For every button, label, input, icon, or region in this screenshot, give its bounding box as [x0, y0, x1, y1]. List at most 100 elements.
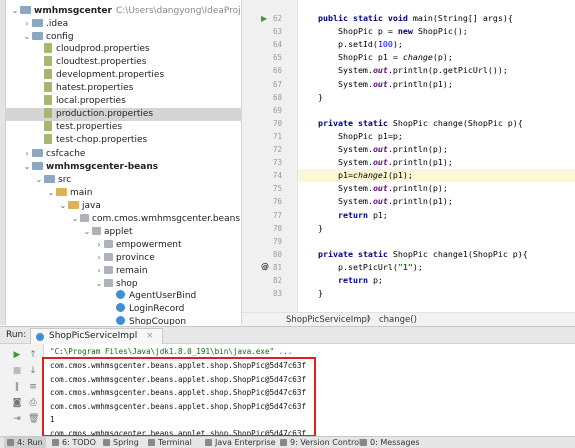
tool-window-button[interactable]: Java Enterprise: [205, 437, 276, 448]
run-label: Run:: [6, 330, 27, 340]
code-token: p.setId(: [298, 39, 378, 50]
tree-item[interactable]: hatest.properties: [6, 82, 241, 95]
tree-item[interactable]: cloudprod.properties: [6, 43, 241, 56]
print-icon[interactable]: ⎙: [28, 398, 38, 408]
rerun-icon[interactable]: ▶: [12, 350, 22, 360]
tree-item[interactable]: development.properties: [6, 69, 241, 82]
breadcrumb: ShopPicServiceImpl 〉 change(): [242, 312, 575, 326]
tree-item[interactable]: › empowerment: [6, 238, 241, 251]
delete-icon[interactable]: 🗑: [28, 414, 39, 424]
tree-item[interactable]: ⌄ shop: [6, 277, 241, 290]
tree-item[interactable]: AgentUserBind: [6, 290, 241, 303]
breadcrumb-class[interactable]: ShopPicServiceImpl: [286, 313, 369, 327]
tree-item[interactable]: production.properties: [6, 108, 241, 121]
chevron-right-icon[interactable]: ›: [22, 17, 32, 30]
chevron-right-icon[interactable]: ›: [22, 147, 32, 160]
tree-item[interactable]: test.properties: [6, 121, 241, 134]
tree-item[interactable]: ⌄ src: [6, 173, 241, 186]
run-tab[interactable]: ShopPicServiceImpl ×: [30, 328, 163, 344]
code-token: out: [372, 78, 388, 89]
chevron-down-icon[interactable]: ⌄: [22, 160, 32, 173]
breadcrumb-method[interactable]: change(): [379, 313, 417, 327]
code-token: private static: [317, 117, 393, 128]
line-number: 75: [272, 184, 282, 194]
tree-item[interactable]: › remain: [6, 264, 241, 277]
tool-window-button[interactable]: Spring: [103, 437, 139, 448]
line-number: 67: [272, 79, 282, 89]
stop-icon[interactable]: ■: [12, 366, 22, 376]
tree-item[interactable]: › province: [6, 251, 241, 264]
tree-item[interactable]: › .idea: [6, 17, 241, 30]
code-token: private static: [317, 248, 393, 259]
tool-window-button[interactable]: Terminal: [148, 437, 192, 448]
tool-window-button[interactable]: 6: TODO: [52, 437, 96, 448]
tree-item[interactable]: LoginRecord: [6, 303, 241, 316]
code-editor[interactable]: public static void main(String[] args){ …: [298, 0, 575, 312]
console-output[interactable]: "C:\Program Files\Java\jdk1.8.0_191\bin\…: [44, 344, 575, 436]
line-number: 77: [272, 210, 282, 220]
code-line: p.setId(100);: [298, 38, 575, 51]
line-number: 66: [272, 66, 282, 76]
tree-item[interactable]: ⌄ applet: [6, 225, 241, 238]
code-token: 100: [377, 39, 393, 50]
close-tab-icon[interactable]: ×: [146, 331, 154, 341]
chevron-down-icon[interactable]: ⌄: [22, 30, 32, 43]
chevron-down-icon[interactable]: ⌄: [10, 4, 20, 17]
tool-window-label: 0: Messages: [370, 438, 420, 447]
tree-item[interactable]: test-chop.properties: [6, 134, 241, 147]
camera-icon[interactable]: ◙: [12, 398, 22, 408]
chevron-down-icon[interactable]: ⌄: [58, 199, 68, 212]
tree-item[interactable]: local.properties: [6, 95, 241, 108]
tool-window-button[interactable]: 0: Messages: [360, 437, 420, 448]
scroll-down-icon[interactable]: ↓: [28, 366, 38, 376]
chevron-right-icon[interactable]: ›: [94, 238, 104, 251]
package-icon: [80, 214, 89, 222]
exit-icon[interactable]: ⇥: [12, 414, 22, 424]
chevron-right-icon[interactable]: ›: [94, 264, 104, 277]
class-icon: [116, 290, 125, 299]
spring-icon: [103, 439, 110, 446]
code-token: System.: [298, 78, 373, 89]
chevron-down-icon[interactable]: ⌄: [34, 173, 44, 186]
chevron-down-icon[interactable]: ⌄: [82, 225, 92, 238]
tree-item[interactable]: ⌄ wmhmsgcenterC:\Users\dangyong\IdeaProje…: [6, 4, 241, 17]
line-number: 68: [272, 92, 282, 102]
tree-item-label: test-chop.properties: [56, 135, 148, 145]
chevron-down-icon[interactable]: ⌄: [94, 277, 104, 290]
tree-item-label: AgentUserBind: [129, 291, 197, 301]
scroll-up-icon[interactable]: ↑: [28, 350, 38, 360]
tool-window-label: Spring: [113, 438, 139, 447]
code-token: out: [372, 65, 388, 76]
tree-item[interactable]: cloudtest.properties: [6, 56, 241, 69]
pause-icon[interactable]: ‖: [12, 382, 22, 392]
code-line: System.out.println(p);: [298, 182, 575, 195]
console-line: 1: [50, 415, 55, 424]
tree-item[interactable]: ⌄ config: [6, 30, 241, 43]
console-line: com.cmos.wmhmsgcenter.beans.applet.shop.…: [50, 361, 307, 370]
line-number: 83: [272, 289, 282, 299]
tree-item[interactable]: ⌄ wmhmsgcenter-beans: [6, 160, 241, 173]
folder-icon: [68, 201, 79, 209]
tool-window-label: Java Enterprise: [215, 438, 276, 447]
chevron-down-icon[interactable]: ⌄: [46, 186, 56, 199]
tree-item[interactable]: ⌄ com.cmos.wmhmsgcenter.beans: [6, 212, 241, 225]
tree-item[interactable]: ⌄ main: [6, 186, 241, 199]
chevron-down-icon[interactable]: ⌄: [70, 212, 80, 225]
tree-item[interactable]: ⌄ java: [6, 199, 241, 212]
code-token: p;: [372, 275, 383, 285]
tree-item[interactable]: › csfcache: [6, 147, 241, 160]
run-panel-header: Run: ShopPicServiceImpl ×: [0, 326, 575, 344]
package-icon: [104, 266, 113, 274]
soft-wrap-icon[interactable]: ≡: [28, 382, 38, 392]
properties-file-icon: [44, 56, 52, 66]
code-token: System.: [298, 144, 373, 154]
tree-item-label: csfcache: [46, 149, 86, 159]
tree-item[interactable]: ShopCoupon: [6, 316, 241, 325]
tree-item-label: development.properties: [56, 70, 165, 80]
chevron-right-icon[interactable]: ›: [94, 251, 104, 264]
tool-window-button[interactable]: 9: Version Control: [280, 437, 361, 448]
tool-window-button[interactable]: 4: Run: [4, 437, 46, 448]
properties-file-icon: [44, 43, 52, 53]
